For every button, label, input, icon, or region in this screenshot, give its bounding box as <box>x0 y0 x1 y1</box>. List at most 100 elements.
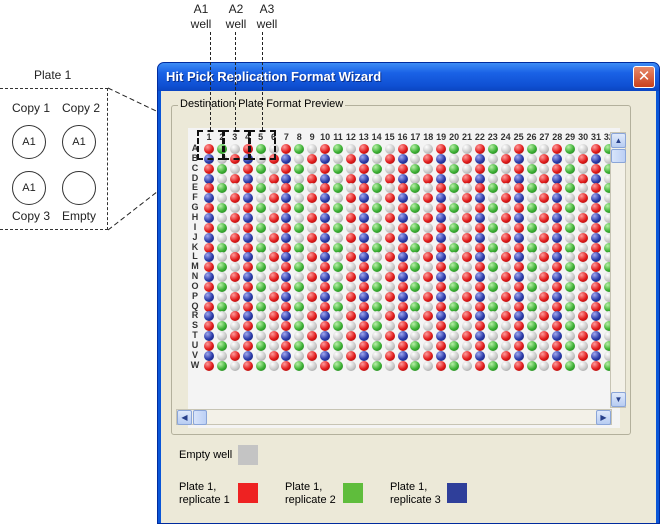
well-D3 <box>229 173 240 184</box>
well-O29 <box>565 281 576 292</box>
well-H9 <box>307 212 318 223</box>
well-L21 <box>462 252 472 263</box>
well-A11 <box>333 144 343 154</box>
scroll-right-button[interactable]: ▶ <box>596 410 611 425</box>
well-O4 <box>242 281 253 292</box>
well-L31 <box>591 252 601 263</box>
well-J28 <box>552 232 563 243</box>
well-P1 <box>204 291 214 302</box>
well-Q15 <box>384 301 395 312</box>
well-K16 <box>397 242 408 253</box>
well-B30 <box>578 153 589 164</box>
well-N21 <box>462 272 472 283</box>
well-F5 <box>255 193 266 204</box>
well-Q18 <box>423 301 434 312</box>
well-N2 <box>216 272 227 283</box>
well-D25 <box>513 173 524 184</box>
well-B12 <box>345 153 356 164</box>
well-J26 <box>526 232 537 243</box>
well-B31 <box>591 153 601 164</box>
well-M15 <box>384 262 395 273</box>
well-I2 <box>216 222 227 233</box>
well-E20 <box>449 183 460 194</box>
horizontal-scroll-thumb[interactable] <box>193 410 207 425</box>
well-N19 <box>436 272 447 283</box>
well-H18 <box>423 212 434 223</box>
well-F30 <box>578 193 589 204</box>
well-O17 <box>410 281 421 292</box>
well-F15 <box>384 193 395 204</box>
well-Q24 <box>500 301 511 312</box>
well-P14 <box>371 291 382 302</box>
well-H5 <box>255 212 266 223</box>
well-D13 <box>358 173 369 184</box>
scroll-up-button[interactable]: ▲ <box>611 133 626 148</box>
well-U2 <box>216 341 227 351</box>
well-K12 <box>345 242 356 253</box>
well-I24 <box>500 222 511 233</box>
well-E31 <box>591 183 601 194</box>
well-D28 <box>552 173 563 184</box>
well-Q17 <box>410 301 421 312</box>
well-M23 <box>487 262 498 273</box>
well-K20 <box>449 242 460 253</box>
well-Q6 <box>268 301 279 312</box>
well-W13 <box>358 360 369 371</box>
well-J24 <box>500 232 511 243</box>
well-U26 <box>526 341 537 351</box>
well-D8 <box>294 173 305 184</box>
a2-pointer-line <box>235 32 236 130</box>
scroll-down-button[interactable]: ▼ <box>611 392 626 407</box>
well-K5 <box>255 242 266 253</box>
vertical-scroll-thumb[interactable] <box>611 149 626 163</box>
well-H2 <box>216 212 227 223</box>
well-U4 <box>242 341 253 351</box>
well-M22 <box>474 262 485 273</box>
well-U8 <box>294 341 305 351</box>
well-E11 <box>333 183 343 194</box>
well-I21 <box>462 222 472 233</box>
column-header-15: 15 <box>384 132 395 142</box>
well-T25 <box>513 331 524 342</box>
scroll-left-button[interactable]: ◀ <box>177 410 192 425</box>
well-E14 <box>371 183 382 194</box>
column-header-25: 25 <box>513 132 524 142</box>
a1-well-label-line2: well <box>190 17 212 31</box>
well-M1 <box>204 262 214 273</box>
well-L4 <box>242 252 253 263</box>
well-H3 <box>229 212 240 223</box>
well-W17 <box>410 360 421 371</box>
well-I6 <box>268 222 279 233</box>
well-R17 <box>410 311 421 322</box>
window-titlebar[interactable]: Hit Pick Replication Format Wizard ✕ <box>158 63 659 91</box>
well-F31 <box>591 193 601 204</box>
well-K13 <box>358 242 369 253</box>
well-D22 <box>474 173 485 184</box>
well-W27 <box>539 360 550 371</box>
well-S27 <box>539 321 550 332</box>
well-E2 <box>216 183 227 194</box>
well-K10 <box>320 242 331 253</box>
well-S10 <box>320 321 331 332</box>
well-E12 <box>345 183 356 194</box>
well-U21 <box>462 341 472 351</box>
horizontal-scrollbar[interactable]: ◀ ▶ <box>176 409 612 425</box>
well-T27 <box>539 331 550 342</box>
well-T21 <box>462 331 472 342</box>
close-button[interactable]: ✕ <box>633 66 655 88</box>
legend-rep2-line1: Plate 1, <box>285 481 323 493</box>
well-A22 <box>474 144 485 154</box>
well-L25 <box>513 252 524 263</box>
well-M11 <box>333 262 343 273</box>
well-N16 <box>397 272 408 283</box>
well-R9 <box>307 311 318 322</box>
well-R25 <box>513 311 524 322</box>
well-L28 <box>552 252 563 263</box>
well-U28 <box>552 341 563 351</box>
well-L17 <box>410 252 421 263</box>
window-title: Hit Pick Replication Format Wizard <box>166 69 382 84</box>
well-R11 <box>333 311 343 322</box>
well-L6 <box>268 252 279 263</box>
vertical-scrollbar[interactable]: ▲ ▼ <box>610 132 626 408</box>
well-P22 <box>474 291 485 302</box>
